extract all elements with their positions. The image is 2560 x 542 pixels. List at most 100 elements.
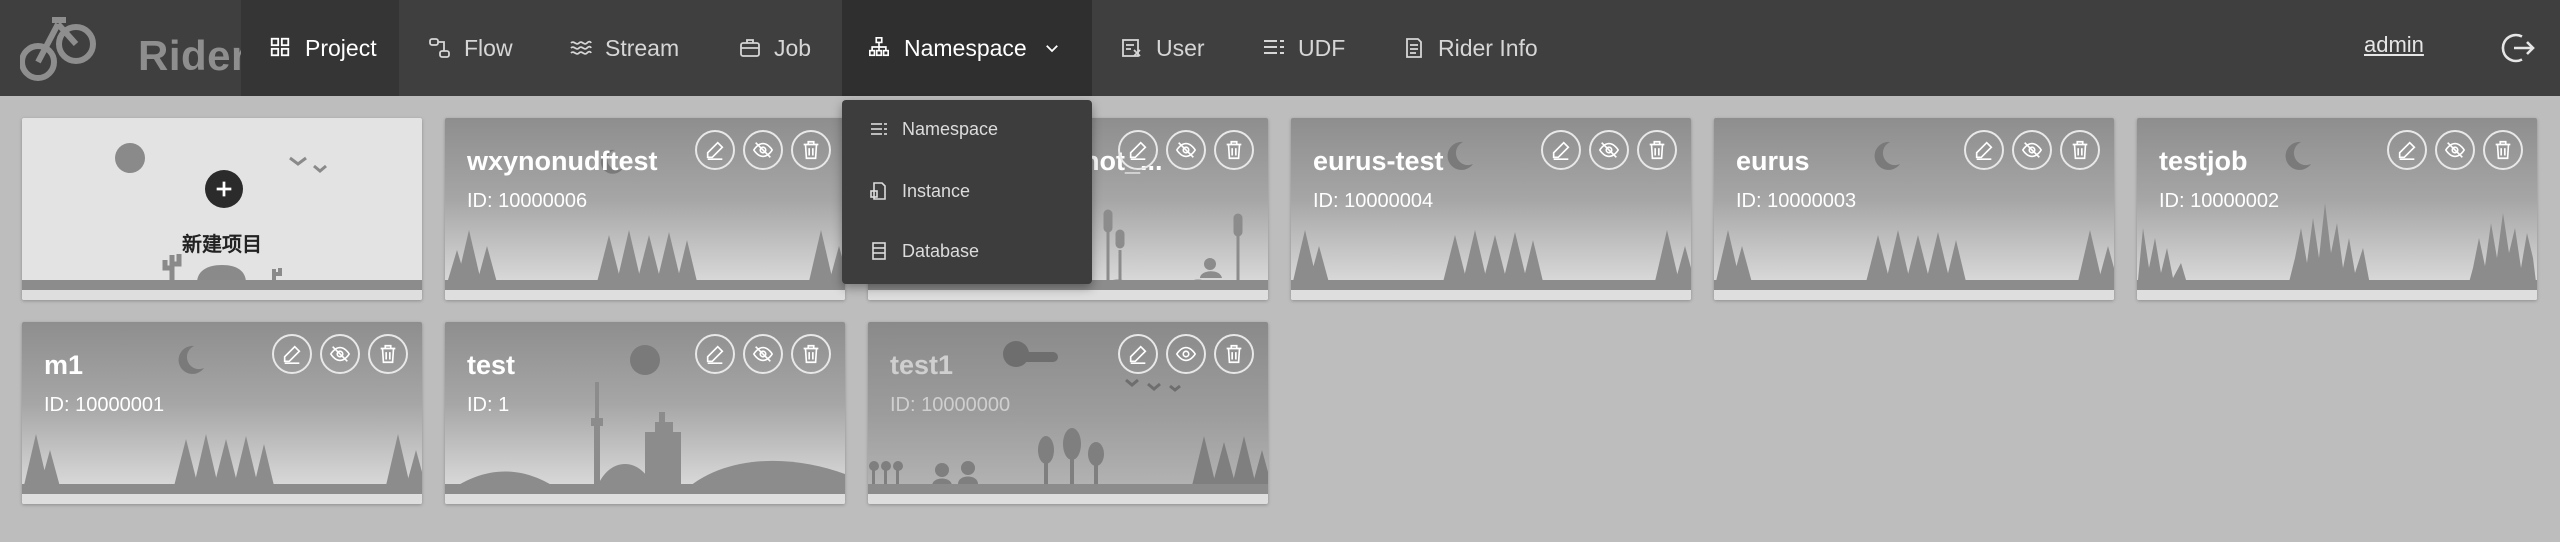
list-icon [870, 120, 888, 138]
nav-job[interactable]: Job [738, 0, 811, 96]
list-icon [1262, 36, 1286, 60]
project-name: test1 [890, 350, 954, 380]
nav-user[interactable]: User [1120, 0, 1205, 96]
app-name: Rider [138, 32, 248, 79]
eye-slash-icon[interactable] [1589, 130, 1629, 170]
card-ground [445, 484, 845, 494]
trash-icon[interactable] [1214, 130, 1254, 170]
trash-icon[interactable] [791, 130, 831, 170]
eye-icon[interactable] [1166, 334, 1206, 374]
project-name: m1 [44, 350, 84, 380]
menu-item-instance[interactable]: Instance [842, 162, 1092, 220]
card-ground [2137, 280, 2537, 290]
app-logo[interactable]: Rider [19, 14, 247, 84]
project-name: wxynonudftest [467, 146, 658, 176]
card-ground [868, 484, 1268, 494]
card-actions [272, 334, 408, 374]
menu-item-instance-label: Instance [902, 180, 971, 201]
project-id: ID: 10000000 [890, 394, 1011, 416]
project-card-eurus-test[interactable]: eurus-test ID: 10000004 [1291, 118, 1691, 300]
nav-udf[interactable]: UDF [1262, 0, 1345, 96]
project-id: ID: 1 [467, 394, 510, 416]
card-ground [1291, 280, 1691, 290]
document-icon [870, 182, 888, 200]
nav-flow-label: Flow [464, 34, 513, 61]
edit-icon[interactable] [1964, 130, 2004, 170]
edit-icon[interactable] [695, 334, 735, 374]
card-footer [22, 494, 422, 504]
card-footer [1714, 290, 2114, 300]
menu-item-namespace[interactable]: Namespace [842, 100, 1092, 158]
edit-icon[interactable] [1118, 334, 1158, 374]
desert-scene-illustration [22, 143, 422, 290]
project-card-test1[interactable]: test1 ID: 10000000 [868, 322, 1268, 504]
card-actions [1541, 130, 1677, 170]
card-ground [1714, 280, 2114, 290]
project-name: eurus-test [1313, 146, 1444, 176]
trash-icon[interactable] [2060, 130, 2100, 170]
eye-slash-icon[interactable] [743, 130, 783, 170]
nav-project[interactable]: Project [241, 0, 399, 96]
nav-flow[interactable]: Flow [428, 0, 513, 96]
trash-icon[interactable] [1214, 334, 1254, 374]
nav-udf-label: UDF [1298, 34, 1346, 61]
sitemap-icon [868, 36, 892, 60]
menu-item-database[interactable]: Database [842, 222, 1092, 280]
project-card-m1[interactable]: m1 ID: 10000001 [22, 322, 422, 504]
edit-icon[interactable] [695, 130, 735, 170]
add-icon [205, 170, 243, 208]
project-id: ID: 10000003 [1736, 190, 1857, 212]
card-footer [868, 494, 1268, 504]
nav-rider-info-label: Rider Info [1438, 34, 1538, 61]
trash-icon[interactable] [368, 334, 408, 374]
eye-slash-icon[interactable] [1166, 130, 1206, 170]
edit-icon[interactable] [2387, 130, 2427, 170]
new-project-label: 新建项目 [182, 234, 262, 256]
project-card-eurus[interactable]: eurus ID: 10000003 [1714, 118, 2114, 300]
nav-user-label: User [1156, 34, 1205, 61]
document-icon [1402, 36, 1426, 60]
eye-slash-icon[interactable] [2012, 130, 2052, 170]
project-id: ID: 10000001 [44, 394, 165, 416]
card-actions [1118, 130, 1254, 170]
trash-icon[interactable] [2483, 130, 2523, 170]
card-actions [695, 334, 831, 374]
nav-rider-info[interactable]: Rider Info [1402, 0, 1538, 96]
project-id: ID: 10000004 [1313, 190, 1434, 212]
nav-stream[interactable]: Stream [569, 0, 679, 96]
card-footer [2137, 290, 2537, 300]
menu-item-namespace-label: Namespace [902, 118, 999, 139]
card-footer [445, 494, 845, 504]
new-project-card[interactable]: 新建项目 [22, 118, 422, 300]
nav-stream-label: Stream [605, 34, 680, 61]
project-card-wxynonudftest[interactable]: wxynonudftest ID: 10000006 [445, 118, 845, 300]
bicycle-logo-icon [19, 17, 96, 81]
top-navigation-bar: Rider Project Flow Stream Job Namespace [0, 0, 2560, 96]
card-actions [1118, 334, 1254, 374]
user-menu-admin[interactable]: admin [2364, 32, 2424, 58]
card-footer [1291, 290, 1691, 300]
trash-icon[interactable] [791, 334, 831, 374]
card-ground [22, 484, 422, 494]
edit-icon[interactable] [1541, 130, 1581, 170]
project-card-testjob[interactable]: testjob ID: 10000002 [2137, 118, 2537, 300]
nav-job-label: Job [774, 34, 812, 61]
project-card-test[interactable]: test ID: 1 [445, 322, 845, 504]
logout-icon[interactable] [2500, 30, 2536, 66]
namespace-dropdown-menu: Namespace Instance Database [842, 100, 1092, 284]
project-name: testjob [2159, 146, 2248, 176]
card-footer [22, 290, 422, 300]
edit-icon[interactable] [1118, 130, 1158, 170]
briefcase-icon [738, 36, 762, 60]
edit-icon[interactable] [272, 334, 312, 374]
card-actions [1964, 130, 2100, 170]
trash-icon[interactable] [1637, 130, 1677, 170]
nav-namespace[interactable]: Namespace [842, 0, 1092, 96]
menu-item-database-label: Database [902, 240, 980, 261]
eye-slash-icon[interactable] [743, 334, 783, 374]
eye-slash-icon[interactable] [320, 334, 360, 374]
eye-slash-icon[interactable] [2435, 130, 2475, 170]
grid-icon [269, 36, 293, 60]
card-footer [868, 290, 1268, 300]
waves-icon [569, 36, 593, 60]
